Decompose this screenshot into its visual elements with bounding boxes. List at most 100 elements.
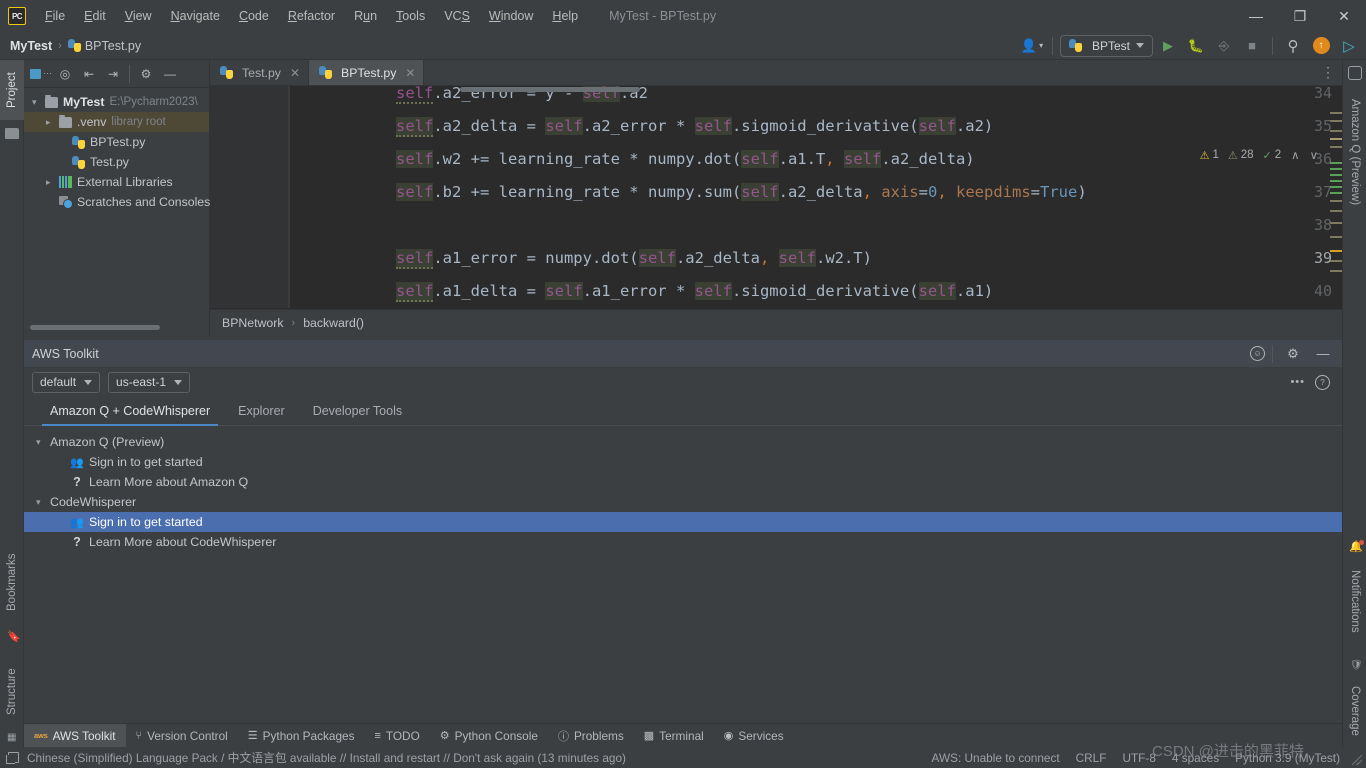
project-horizontal-scrollbar[interactable] — [30, 325, 160, 330]
breadcrumb-method[interactable]: backward() — [303, 316, 364, 330]
breadcrumb-class[interactable]: BPNetwork — [222, 316, 284, 330]
run-button[interactable]: ▶ — [1155, 34, 1181, 58]
menu-file[interactable]: File — [36, 5, 74, 27]
menu-window[interactable]: Window — [480, 5, 542, 27]
tree-item-codewhisperer-group[interactable]: ▾ CodeWhisperer — [24, 492, 1342, 512]
tab-amazon-q-codewhisperer[interactable]: Amazon Q + CodeWhisperer — [36, 404, 224, 426]
bottom-tab-todo[interactable]: ≡ TODO — [364, 724, 429, 748]
menu-code[interactable]: Code — [230, 5, 278, 27]
tree-item-mytest[interactable]: MyTest E:\Pycharm2023\ — [24, 92, 209, 112]
close-button[interactable]: ✕ — [1322, 0, 1366, 32]
coverage-icon[interactable]: ⎆ — [1211, 34, 1237, 58]
weak-warning-icon: ✓ — [1262, 149, 1272, 162]
python-file-icon — [220, 66, 233, 79]
breadcrumb-project[interactable]: MyTest — [10, 39, 52, 53]
tree-item-scratches[interactable]: Scratches and Consoles — [24, 192, 210, 212]
stop-button[interactable]: ■ — [1239, 34, 1265, 58]
editor-marker-rail[interactable] — [1330, 104, 1342, 332]
menu-help[interactable]: Help — [543, 5, 587, 27]
feedback-icon[interactable]: ☺ — [1250, 346, 1265, 361]
tab-explorer[interactable]: Explorer — [224, 404, 299, 425]
event-log-icon[interactable] — [6, 752, 19, 764]
inspection-widget[interactable]: ⚠ 1 ⚠ 28 ✓ 2 ∧ ∨ — [1200, 148, 1318, 162]
gear-icon[interactable]: ⚙ — [135, 63, 157, 85]
region-select[interactable]: us-east-1 — [108, 371, 191, 393]
search-icon[interactable]: ⚲ — [1280, 34, 1306, 58]
close-icon[interactable]: ✕ — [290, 66, 300, 80]
chevron-right-icon[interactable] — [46, 117, 59, 128]
editor-tab-bptest-py[interactable]: BPTest.py ✕ — [309, 60, 425, 85]
editor-tab-test-py[interactable]: Test.py ✕ — [210, 60, 310, 85]
code-editor[interactable]: 34 35 36 37 38 39 40 self.a2_error = y -… — [210, 86, 1342, 308]
hide-icon[interactable]: — — [159, 63, 181, 85]
close-icon[interactable]: ✕ — [405, 66, 415, 80]
collapse-all-icon[interactable]: ⇥ — [102, 63, 124, 85]
account-icon[interactable]: 👤 ▾ — [1019, 34, 1045, 58]
tree-item-amazon-q-learn-more[interactable]: ? Learn More about Amazon Q — [24, 472, 1342, 492]
menu-vcs[interactable]: VCS — [435, 5, 479, 27]
status-message[interactable]: Chinese (Simplified) Language Pack / 中文语… — [27, 749, 626, 766]
tree-item-codewhisperer-signin[interactable]: 👥 Sign in to get started — [24, 512, 1342, 532]
bottom-tab-version-control[interactable]: ⑂ Version Control — [126, 724, 238, 748]
tab-developer-tools[interactable]: Developer Tools — [299, 404, 416, 425]
ai-assistant-icon[interactable]: ▷ — [1336, 34, 1362, 58]
menu-edit[interactable]: Edit — [75, 5, 115, 27]
chevron-down-icon[interactable]: ▾ — [36, 437, 50, 448]
encoding-status[interactable]: UTF-8 — [1122, 751, 1155, 765]
editor-tab-options-icon[interactable]: ⋮ — [1321, 60, 1342, 85]
resize-grip[interactable] — [1352, 755, 1362, 765]
sidebar-item-project[interactable]: Project — [0, 60, 24, 120]
menu-tools[interactable]: Tools — [387, 5, 434, 27]
bottom-tab-python-console[interactable]: ⚙ Python Console — [430, 724, 548, 748]
minimize-button[interactable]: — — [1234, 0, 1278, 32]
menu-run[interactable]: Run — [345, 5, 386, 27]
tree-item-amazon-q-group[interactable]: ▾ Amazon Q (Preview) — [24, 432, 1342, 452]
line-separator-status[interactable]: CRLF — [1076, 751, 1107, 765]
menu-navigate[interactable]: Navigate — [162, 5, 229, 27]
terminal-icon: ▩ — [643, 730, 655, 742]
chevron-down-icon — [84, 379, 93, 385]
chevron-down-icon[interactable] — [32, 97, 45, 108]
project-view-select-icon[interactable]: ⋯ — [30, 63, 52, 85]
maximize-button[interactable]: ❐ — [1278, 0, 1322, 32]
chevron-right-icon[interactable] — [46, 177, 59, 188]
tree-item-venv[interactable]: .venv library root — [24, 112, 209, 132]
gear-icon[interactable]: ⚙ — [1280, 342, 1306, 366]
sidebar-item-amazon-q[interactable]: Amazon Q (Preview) — [1343, 82, 1366, 222]
indent-status[interactable]: 4 spaces — [1172, 751, 1219, 765]
run-configuration-selector[interactable]: BPTest — [1059, 34, 1153, 57]
bottom-tab-aws-toolkit[interactable]: aws AWS Toolkit — [24, 723, 126, 748]
sidebar-item-coverage[interactable]: Coverage — [1343, 676, 1366, 746]
hide-icon[interactable]: — — [1310, 342, 1336, 366]
tree-item-sublabel: library root — [111, 116, 166, 128]
expand-icon[interactable]: ∨ — [1310, 148, 1318, 162]
more-options-icon[interactable]: ••• — [1290, 376, 1305, 388]
collapse-icon[interactable]: ∧ — [1291, 148, 1299, 162]
bottom-tab-services[interactable]: ◉ Services — [714, 724, 794, 748]
bottom-tab-python-packages[interactable]: ☰ Python Packages — [238, 724, 365, 748]
run-config-label: BPTest — [1091, 38, 1130, 53]
update-icon[interactable]: ↑ — [1308, 34, 1334, 58]
sidebar-item-structure[interactable]: Structure — [0, 656, 24, 728]
locate-icon[interactable]: ◎ — [54, 63, 76, 85]
aws-connection-status[interactable]: AWS: Unable to connect — [932, 751, 1060, 765]
sidebar-item-bookmarks[interactable]: Bookmarks — [0, 540, 24, 624]
expand-all-icon[interactable]: ⇤ — [78, 63, 100, 85]
tree-item-bptest-py[interactable]: BPTest.py — [24, 132, 209, 152]
breadcrumb-file[interactable]: BPTest.py — [85, 39, 141, 53]
sidebar-item-notifications[interactable]: Notifications — [1343, 558, 1366, 644]
editor-horizontal-scrollbar[interactable] — [460, 87, 640, 92]
menu-refactor[interactable]: Refactor — [279, 5, 344, 27]
tree-item-amazon-q-signin[interactable]: 👥 Sign in to get started — [24, 452, 1342, 472]
menu-view[interactable]: View — [116, 5, 161, 27]
tree-item-codewhisperer-learn-more[interactable]: ? Learn More about CodeWhisperer — [24, 532, 1342, 552]
bottom-tab-terminal[interactable]: ▩ Terminal — [634, 724, 714, 748]
credentials-profile-select[interactable]: default — [32, 371, 101, 393]
help-icon[interactable]: ? — [1315, 374, 1330, 390]
tree-item-external-libraries[interactable]: External Libraries — [24, 172, 209, 192]
tree-item-test-py[interactable]: Test.py — [24, 152, 209, 172]
interpreter-status[interactable]: Python 3.9 (MyTest) — [1235, 751, 1340, 765]
debug-icon[interactable]: 🐛 — [1183, 34, 1209, 58]
chevron-down-icon[interactable]: ▾ — [36, 497, 50, 508]
bottom-tab-problems[interactable]: ⓘ Problems — [548, 724, 634, 748]
